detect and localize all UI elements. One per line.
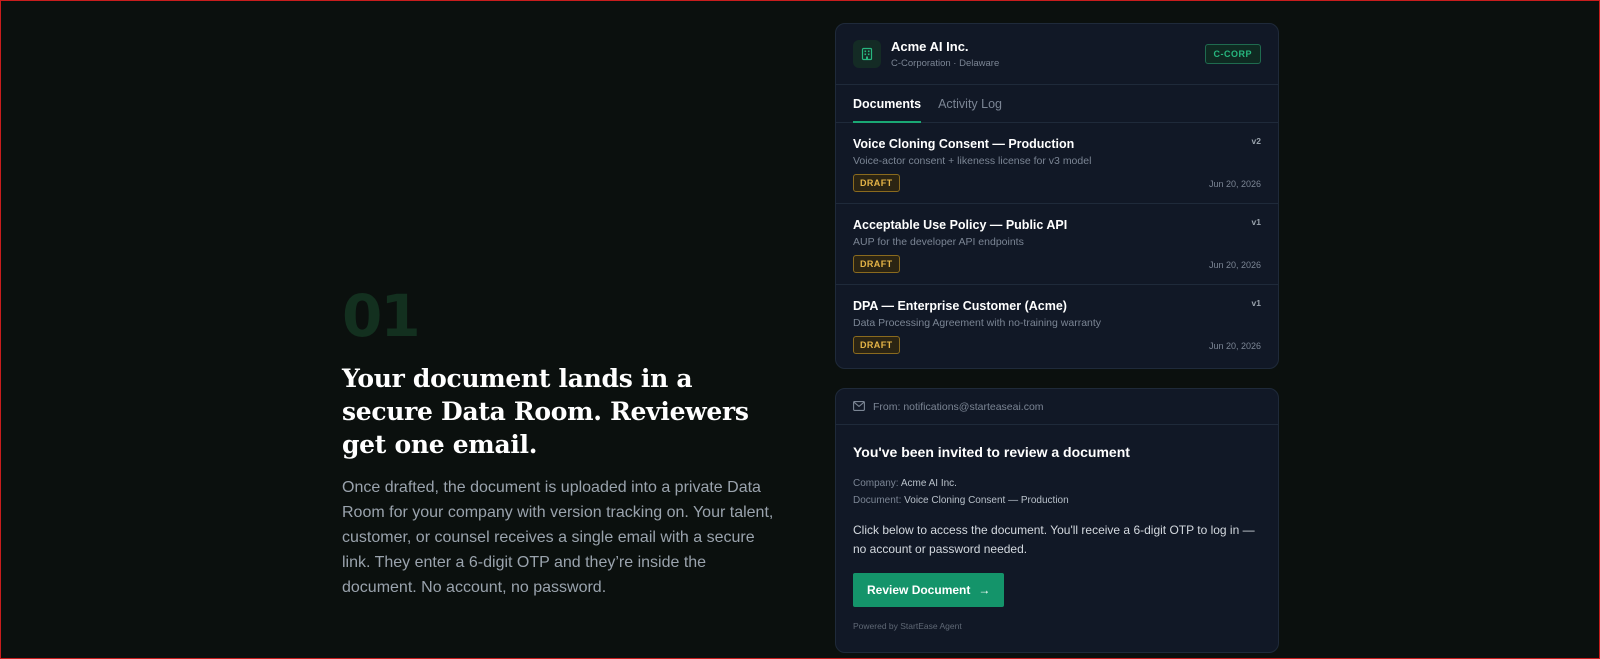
tab-documents[interactable]: Documents [853, 85, 922, 123]
status-badge: DRAFT [853, 174, 900, 192]
meta-company-label: Company: [853, 478, 899, 489]
email-body: You've been invited to review a document… [836, 425, 1278, 631]
status-badge: DRAFT [853, 255, 900, 273]
mail-icon [853, 398, 865, 416]
review-button-label: Review Document [867, 583, 971, 597]
meta-document-label: Document: [853, 495, 902, 506]
meta-company: Company: Acme AI Inc. [853, 475, 1261, 492]
meta-company-value: Acme AI Inc. [900, 478, 957, 489]
document-list: Voice Cloning Consent — Production Voice… [836, 123, 1278, 366]
data-room-card: Acme AI Inc. C-Corporation · Delaware C-… [835, 23, 1279, 369]
arrow-right-icon: → [978, 583, 991, 597]
section-body: Once drafted, the document is uploaded i… [342, 479, 774, 596]
review-document-button[interactable]: Review Document → [853, 573, 1005, 607]
company-header: Acme AI Inc. C-Corporation · Delaware C-… [836, 24, 1278, 85]
document-row[interactable]: Acceptable Use Policy — Public API AUP f… [836, 204, 1278, 285]
document-description: Voice-actor consent + likeness license f… [853, 155, 1092, 167]
document-description: AUP for the developer API endpoints [853, 236, 1024, 248]
document-date: Jun 20, 2026 [1208, 260, 1261, 270]
meta-document: Document: Voice Cloning Consent — Produc… [853, 492, 1261, 509]
building-icon [853, 40, 881, 68]
company-subtitle: C-Corporation · Delaware [891, 58, 1000, 69]
email-text: Click below to access the document. You'… [853, 523, 1255, 556]
email-title: You've been invited to review a document [853, 444, 1130, 460]
document-row[interactable]: Voice Cloning Consent — Production Voice… [836, 123, 1278, 204]
document-version: v2 [1251, 136, 1261, 146]
document-row[interactable]: DPA — Enterprise Customer (Acme) Data Pr… [836, 285, 1278, 366]
document-version: v1 [1251, 298, 1261, 308]
data-room-tabs: Documents Activity Log [836, 85, 1278, 123]
step-number: 01 [342, 282, 421, 350]
company-name: Acme AI Inc. [891, 39, 969, 54]
document-date: Jun 20, 2026 [1208, 341, 1261, 351]
section-headline: Your document lands in a secure Data Roo… [342, 364, 749, 459]
document-description: Data Processing Agreement with no-traini… [853, 317, 1102, 329]
document-title: Voice Cloning Consent — Production [853, 137, 1075, 151]
tab-activity-log[interactable]: Activity Log [938, 85, 1002, 122]
document-date: Jun 20, 2026 [1208, 179, 1261, 189]
step-section: 01 Your document lands in a secure Data … [342, 282, 782, 600]
email-header: From: notifications@starteaseai.com [836, 389, 1278, 425]
meta-document-value: Voice Cloning Consent — Production [904, 495, 1069, 506]
document-title: DPA — Enterprise Customer (Acme) [853, 299, 1067, 313]
document-title: Acceptable Use Policy — Public API [853, 218, 1068, 232]
email-preview-card: From: notifications@starteaseai.com You'… [835, 388, 1279, 653]
company-info: Acme AI Inc. C-Corporation · Delaware [891, 39, 999, 69]
window-frame [0, 0, 1600, 659]
document-version: v1 [1251, 217, 1261, 227]
status-badge: DRAFT [853, 336, 900, 354]
entity-badge: C-CORP [1204, 44, 1261, 64]
email-footer: Powered by StartEase Agent [853, 621, 962, 631]
email-meta: Company: Acme AI Inc. Document: Voice Cl… [853, 475, 1261, 509]
email-sender: From: notifications@starteaseai.com [873, 400, 1044, 413]
